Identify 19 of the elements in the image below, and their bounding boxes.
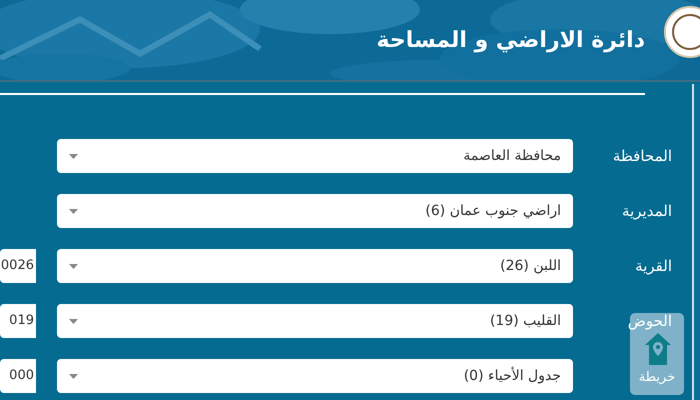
code-field[interactable]: 000 <box>0 359 36 393</box>
dropdown[interactable]: اراضي جنوب عمان (6) <box>57 194 573 228</box>
dropdown[interactable]: محافظة العاصمة <box>57 139 573 173</box>
field-label: القرية <box>635 256 672 275</box>
house-pin-icon <box>645 333 671 365</box>
caret-icon <box>69 374 78 378</box>
dropdown[interactable]: اللبن (26) <box>57 249 573 283</box>
dropdown[interactable]: جدول الأحياء (0) <box>57 359 573 393</box>
caret-icon <box>69 264 78 268</box>
dropdown[interactable]: القليب (19) <box>57 304 573 338</box>
scrollbar[interactable] <box>692 84 700 400</box>
field-label: المحافظة <box>612 146 672 165</box>
code-field[interactable]: 0026 <box>0 249 36 283</box>
code-field[interactable]: 019 <box>0 304 36 338</box>
caret-icon <box>69 154 78 158</box>
caret-icon <box>69 208 78 214</box>
site-title: دائرة الاراضي و المساحة <box>376 26 645 54</box>
field-label: المديرية <box>622 202 672 220</box>
caret-icon <box>69 318 78 324</box>
